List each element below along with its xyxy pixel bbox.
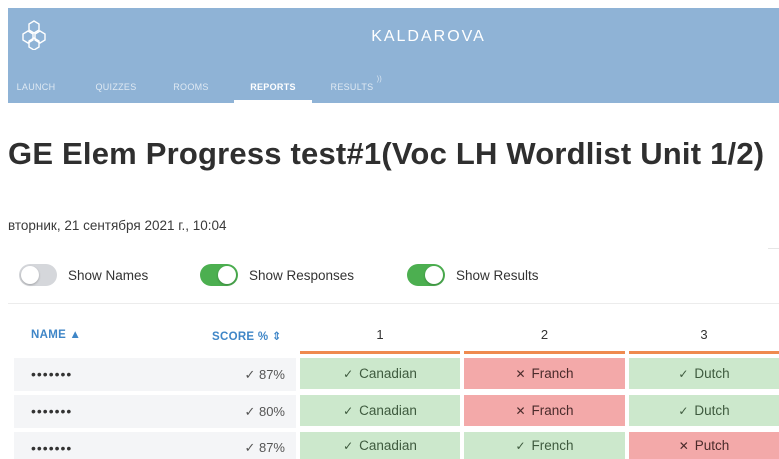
show-names-label: Show Names [68, 267, 149, 283]
cross-icon: ✕ [678, 438, 689, 453]
answer-cell[interactable]: ✓ Canadian [300, 395, 460, 426]
nav-quizzes[interactable]: QUIZZES [92, 78, 140, 103]
student-score: ✓ 87% [205, 367, 285, 383]
check-icon: ✓ [244, 440, 256, 455]
column-header-question-2[interactable]: 2 [464, 327, 625, 342]
cross-icon: ✕ [515, 366, 526, 381]
answer-text: Putch [694, 438, 730, 453]
show-results-label: Show Results [456, 267, 539, 283]
check-icon: ✓ [343, 438, 354, 453]
score-value: 87% [258, 367, 285, 382]
cross-icon: ✕ [515, 403, 526, 418]
toggle-show-names[interactable]: Show Names [19, 263, 148, 287]
nav-results-label: RESULTS [330, 82, 374, 92]
column-header-question-3[interactable]: 3 [629, 327, 779, 342]
toggle-show-responses[interactable]: Show Responses [200, 263, 354, 287]
nav-reports[interactable]: REPORTS [234, 78, 312, 103]
divider [768, 248, 779, 249]
answer-text: Franch [531, 366, 574, 381]
nav-launch[interactable]: LAUNCH [12, 78, 60, 103]
top-bar: KALDAROVA LAUNCH QUIZZES ROOMS REPORTS R… [8, 8, 779, 103]
answer-cell[interactable]: ✓ Canadian [300, 358, 460, 389]
answer-cell[interactable]: ✓ Dutch [629, 395, 779, 426]
toggle-show-results[interactable]: Show Results [407, 263, 539, 287]
answer-text: Canadian [359, 403, 417, 418]
show-responses-switch[interactable] [200, 264, 238, 286]
check-icon: ✓ [343, 366, 354, 381]
answer-text: Dutch [694, 366, 730, 381]
check-icon: ✓ [244, 404, 256, 419]
answer-text: Franch [531, 403, 574, 418]
student-name: ••••••• [31, 403, 73, 419]
student-score: ✓ 80% [205, 404, 285, 420]
main-nav: LAUNCH QUIZZES ROOMS REPORTS RESULTS )) [8, 76, 382, 103]
check-icon: ✓ [678, 403, 689, 418]
nav-rooms[interactable]: ROOMS [170, 78, 212, 103]
app-brand: KALDAROVA [371, 28, 486, 45]
answer-cell[interactable]: ✕ Putch [629, 432, 779, 459]
column-header-score[interactable]: SCORE % ⇕ [212, 329, 282, 343]
question-3-bar [629, 351, 779, 354]
report-date: вторник, 21 сентября 2021 г., 10:04 [8, 218, 227, 233]
score-value: 87% [258, 440, 285, 455]
student-name: ••••••• [31, 440, 73, 456]
nav-results[interactable]: RESULTS )) [330, 76, 382, 103]
question-2-bar [464, 351, 625, 354]
student-name: ••••••• [31, 366, 73, 382]
answer-cell[interactable]: ✕ Franch [464, 358, 625, 389]
divider [8, 303, 779, 304]
answer-text: Canadian [359, 438, 417, 453]
score-value: 80% [258, 404, 285, 419]
student-score: ✓ 87% [205, 440, 285, 456]
question-1-bar [300, 351, 460, 354]
answer-cell[interactable]: ✓ Dutch [629, 358, 779, 389]
answer-cell[interactable]: ✓ French [464, 432, 625, 459]
answer-text: Dutch [694, 403, 730, 418]
check-icon: ✓ [244, 367, 256, 382]
answer-text: French [531, 438, 574, 453]
show-responses-label: Show Responses [249, 267, 355, 283]
column-header-question-1[interactable]: 1 [300, 327, 460, 342]
check-icon: ✓ [343, 403, 354, 418]
answer-text: Canadian [359, 366, 417, 381]
check-icon: ✓ [515, 438, 526, 453]
answer-cell[interactable]: ✓ Canadian [300, 432, 460, 459]
column-header-name[interactable]: NAME ▲ [31, 329, 81, 341]
page-title: GE Elem Progress test#1(Voc LH Wordlist … [8, 136, 765, 171]
answer-cell[interactable]: ✕ Franch [464, 395, 625, 426]
show-names-switch[interactable] [19, 264, 57, 286]
wifi-icon: )) [376, 76, 382, 83]
show-results-switch[interactable] [407, 264, 445, 286]
check-icon: ✓ [678, 366, 689, 381]
